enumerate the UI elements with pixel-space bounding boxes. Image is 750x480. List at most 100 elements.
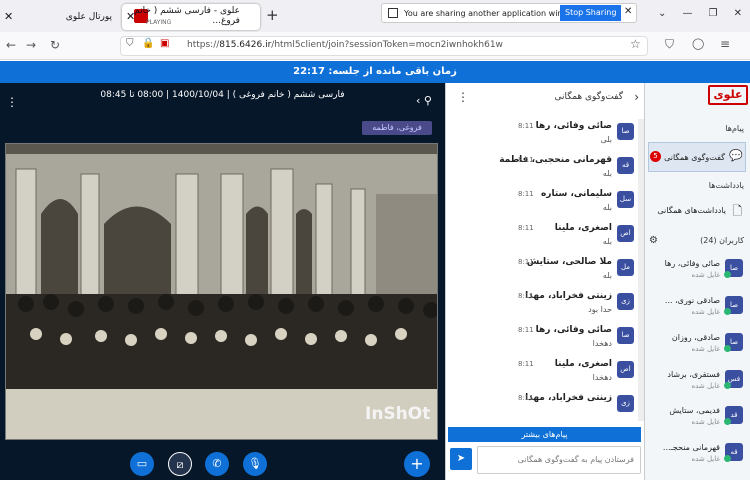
message-time: 8:11 <box>518 224 534 232</box>
chat-input[interactable]: فرستادن پیام به گفت‌وگوی همگانی <box>477 446 641 474</box>
chat-message: زی زینتی فخراباد، مهدا 8:11 <box>448 391 638 421</box>
sharing-indicator-icon[interactable]: ▣ <box>160 38 169 49</box>
share-screen-button[interactable]: ▭ <box>130 452 154 476</box>
list-tabs-icon[interactable]: ⌄ <box>658 8 666 19</box>
sharing-text: You are sharing another application wind… <box>404 8 581 18</box>
chat-title: گفت‌وگوی همگانی <box>554 92 623 102</box>
users-heading: کاربران (24) <box>700 236 744 245</box>
message-text: حدا بود <box>588 305 612 314</box>
message-time: 8:11 <box>518 156 534 164</box>
chat-message: صا صائی وفائی، رها 8:11 دهخدا <box>448 323 638 357</box>
avatar: سل <box>617 191 634 208</box>
url-bar[interactable]: https://815.6426.ir/html5client/join?ses… <box>120 36 648 56</box>
user-status: غایل شده <box>691 418 720 426</box>
user-list-item[interactable]: فس فستقری، برشاد غایل شده <box>648 367 746 403</box>
message-list: صا صائی وفائی، رها 8:11 بلی قه قهرمانی منحجبی… <box>448 119 638 421</box>
note-icon: 🗋 <box>732 204 742 218</box>
online-status-icon <box>724 455 731 462</box>
chat-message: زی زینتی فخراباد، مهدا 8:11 حدا بود <box>448 289 638 323</box>
user-name: صائی وفائی، رها <box>664 259 720 268</box>
user-list-item[interactable]: صا صادقی نوری، ... غایل شده <box>648 293 746 329</box>
avatar: اص <box>617 361 634 378</box>
avatar: زی <box>617 395 634 412</box>
pocket-icon[interactable]: ⛉ <box>665 37 674 52</box>
tab-title: پورتال علوی <box>65 12 112 22</box>
sender-name: قهرمانی منحجبی، فاطمة <box>499 155 612 165</box>
minimize-icon[interactable]: — <box>682 8 692 19</box>
online-status-icon <box>724 418 731 425</box>
message-text: بله <box>602 169 612 178</box>
user-list-item[interactable]: قد فدیمی، ستایش غایل شده <box>648 403 746 439</box>
user-list-toggle-icon[interactable]: ‹ ⚲ <box>416 94 432 107</box>
tab-title: علوی - فارسی ششم ( خانم فروغ... <box>134 6 240 26</box>
reload-icon[interactable]: ↻ <box>50 38 60 52</box>
stop-sharing-button[interactable]: Stop Sharing <box>560 5 622 21</box>
user-status: غایل شده <box>691 271 720 279</box>
user-name: صادقی نوری، ... <box>664 296 720 305</box>
url-path: /html5client/join?sessionToken=mocn2iwnh… <box>271 40 503 50</box>
messages-heading: پیام‌ها <box>725 124 744 133</box>
avatar: مل <box>617 259 634 276</box>
actions-plus-button[interactable]: + <box>404 451 430 477</box>
lock-icon[interactable]: 🔒 <box>142 38 154 49</box>
sender-name: ملا صالحی، ستایش <box>526 257 612 267</box>
message-text: دهخدا <box>592 373 612 382</box>
video-watermark: InShOt <box>365 404 431 424</box>
sender-name: اصغری، ملینا <box>554 223 612 233</box>
user-list-item[interactable]: صا صائی وفائی، رها غایل شده <box>648 256 746 292</box>
chat-bubble-icon: 💬 <box>729 149 743 162</box>
more-messages-button[interactable]: پیام‌های بیشتر <box>448 427 641 442</box>
public-chat-item[interactable]: 💬 گفت‌وگوی همگانی 5 <box>648 142 746 172</box>
close-icon[interactable]: ✕ <box>126 10 135 23</box>
public-notes-label: یادداشت‌های همگانی <box>657 206 726 215</box>
shield-icon[interactable]: ⛉ <box>126 38 134 49</box>
message-time: 8:11 <box>518 326 534 334</box>
maximize-icon[interactable]: ❐ <box>709 8 718 19</box>
meeting-title: فارسی ششم ( خانم فروغی ) | 1400/10/04 | … <box>100 90 345 100</box>
avatar: اص <box>617 225 634 242</box>
online-status-icon <box>724 382 731 389</box>
public-chat-label: گفت‌وگوی همگانی <box>664 153 725 162</box>
message-time: 8:11 <box>518 258 534 266</box>
profile-icon[interactable]: ◯ <box>692 37 704 50</box>
bookmark-star-icon[interactable]: ☆ <box>630 37 641 51</box>
public-notes-item[interactable]: 🗋 یادداشت‌های همگانی <box>648 200 746 222</box>
user-list-item[interactable]: صا صادقی، روزان غایل شده <box>648 330 746 366</box>
menu-icon[interactable]: ≡ <box>720 37 730 51</box>
forward-icon[interactable]: → <box>26 38 36 52</box>
message-time: 8:11 <box>518 394 534 402</box>
user-status: غایل شده <box>691 455 720 463</box>
tab-class[interactable]: علوی - فارسی ششم ( خانم فروغ... PLAYING … <box>122 4 260 30</box>
user-status: غایل شده <box>691 345 720 353</box>
session-time-banner: زمان باقی مانده از جلسه: 22:17 <box>0 61 750 83</box>
user-list-item[interactable]: قه قهرمانی منحجـ... غایل شده <box>648 440 746 476</box>
stop-video-button[interactable]: ⧄ <box>168 452 192 476</box>
close-icon[interactable]: ✕ <box>624 6 632 17</box>
chat-scrollbar[interactable] <box>638 119 644 421</box>
chevron-left-icon[interactable]: ‹ <box>634 90 639 104</box>
new-tab-icon[interactable]: + <box>266 6 279 24</box>
message-time: 8:11 <box>518 292 534 300</box>
close-icon[interactable]: ✕ <box>4 10 13 23</box>
message-time: 8:11 <box>518 122 534 130</box>
microphone-button[interactable]: 🎙 <box>243 452 267 476</box>
chat-message: مل ملا صالحی، ستایش 8:11 بله <box>448 255 638 289</box>
close-window-icon[interactable]: ✕ <box>734 8 742 19</box>
message-time: 8:11 <box>518 360 534 368</box>
phone-audio-button[interactable]: ✆ <box>205 452 229 476</box>
back-icon[interactable]: ← <box>6 38 16 52</box>
presenter-badge: فروغی، فاطمه <box>362 121 432 135</box>
sender-name: صائی وفائی، رها <box>535 325 612 335</box>
historic-group-photo <box>6 144 437 439</box>
message-text: بلی <box>600 135 612 144</box>
chat-message: اص اصغری، ملینا 8:11 بله <box>448 221 638 255</box>
sender-name: اصغری، ملینا <box>554 359 612 369</box>
chat-options-icon[interactable]: ⋮ <box>457 90 469 104</box>
message-text: بله <box>602 271 612 280</box>
gear-icon[interactable]: ⚙ <box>649 235 658 246</box>
alavi-logo: علوی <box>708 85 748 105</box>
tab-portal[interactable]: پورتال علوی ✕ <box>0 4 118 30</box>
avatar: صا <box>617 327 634 344</box>
send-icon[interactable]: ➤ <box>450 448 472 470</box>
chat-message: اص اصغری، ملینا 8:11 دهخدا <box>448 357 638 391</box>
